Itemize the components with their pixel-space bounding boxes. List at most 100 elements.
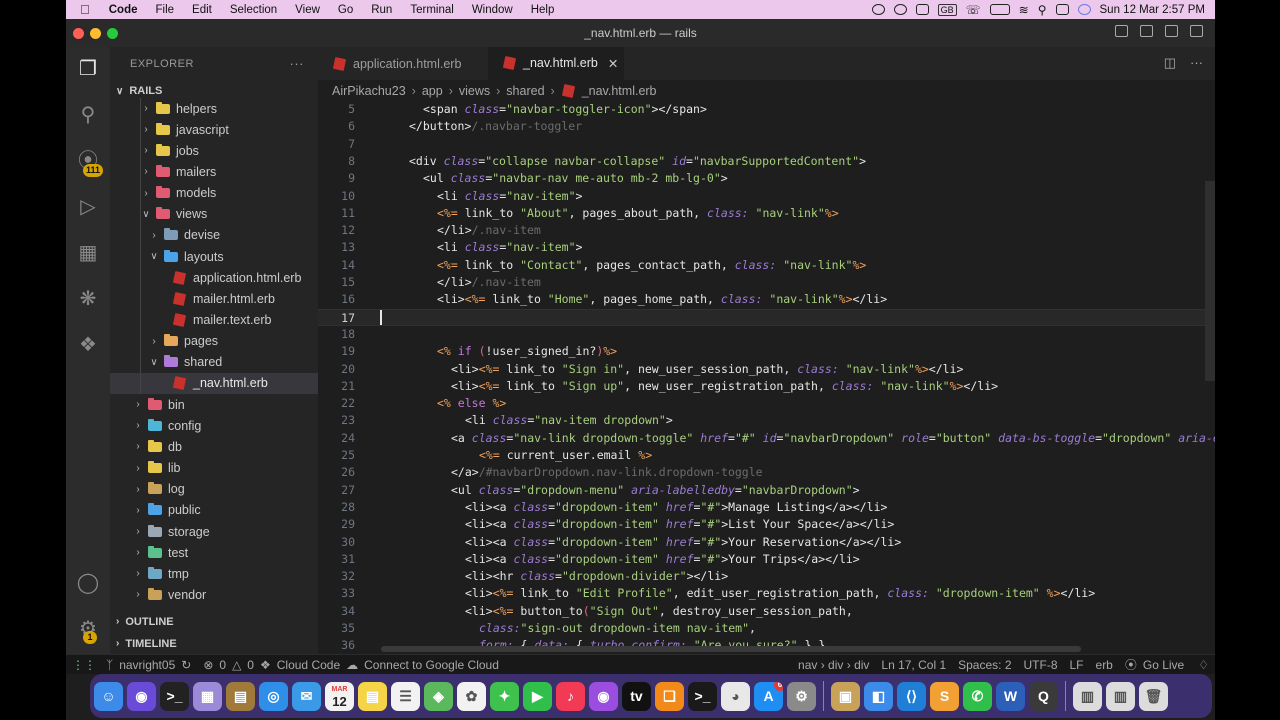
menubar-clock[interactable]: Sun 12 Mar 2:57 PM bbox=[1100, 4, 1205, 16]
reminders-icon[interactable]: ☰ bbox=[391, 681, 420, 711]
search-icon[interactable]: ⚲ bbox=[74, 101, 102, 129]
folder-item[interactable]: › javascript bbox=[110, 119, 318, 140]
menu-run[interactable]: Run bbox=[362, 4, 401, 16]
accounts-icon[interactable]: ◯ bbox=[74, 569, 102, 597]
tv-icon[interactable]: tv bbox=[622, 681, 651, 711]
siri-icon[interactable] bbox=[1077, 4, 1091, 15]
folder-item[interactable]: › pages bbox=[110, 331, 318, 352]
menu-file[interactable]: File bbox=[147, 4, 184, 16]
quicktime-icon[interactable]: Q bbox=[1029, 681, 1058, 711]
file-item[interactable]: application.html.erb bbox=[110, 267, 318, 288]
control-center-icon[interactable] bbox=[1055, 4, 1069, 15]
launchpad-icon[interactable]: ▦ bbox=[193, 681, 222, 711]
end-of-line[interactable]: LF bbox=[1064, 658, 1090, 672]
more-actions-icon[interactable]: ··· bbox=[1190, 55, 1203, 71]
chrome-icon[interactable]: ◕ bbox=[721, 681, 750, 711]
extensions-icon[interactable]: ▦ bbox=[74, 239, 102, 267]
folder-item[interactable]: › test bbox=[110, 542, 318, 563]
menu-view[interactable]: View bbox=[286, 4, 329, 16]
folder-item[interactable]: › config bbox=[110, 415, 318, 436]
split-editor-icon[interactable]: ◫ bbox=[1164, 55, 1176, 71]
word-icon[interactable]: W bbox=[996, 681, 1025, 711]
indentation[interactable]: Spaces: 2 bbox=[952, 658, 1017, 672]
maps-icon[interactable]: ◈ bbox=[424, 681, 453, 711]
record-icon[interactable] bbox=[871, 4, 885, 15]
cloud-code-icon[interactable]: ❖ bbox=[74, 331, 102, 359]
books-icon[interactable]: ❑ bbox=[655, 681, 684, 711]
terminal-app-icon[interactable]: >_ bbox=[160, 681, 189, 711]
folder-item[interactable]: › vendor bbox=[110, 584, 318, 605]
safari-icon[interactable]: ◎ bbox=[259, 681, 288, 711]
customize-layout-icon[interactable] bbox=[1190, 25, 1203, 37]
tab-application-html-erb[interactable]: application.html.erb bbox=[318, 47, 488, 80]
folder-item[interactable]: › public bbox=[110, 500, 318, 521]
encoding[interactable]: UTF-8 bbox=[1018, 658, 1064, 672]
folder-item[interactable]: › helpers bbox=[110, 98, 318, 119]
folder-item[interactable]: ∨ shared bbox=[110, 352, 318, 373]
notes-app-brown-icon[interactable]: ▤ bbox=[226, 681, 255, 711]
terminal-2-icon[interactable]: >_ bbox=[688, 681, 717, 711]
folder-item[interactable]: ∨ layouts bbox=[110, 246, 318, 267]
folder-item[interactable]: › bin bbox=[110, 394, 318, 415]
explorer-icon[interactable]: ❐ bbox=[74, 55, 102, 83]
folder-item[interactable]: › storage bbox=[110, 521, 318, 542]
music-icon[interactable]: ♪ bbox=[556, 681, 585, 711]
git-branch[interactable]: navright05 bbox=[119, 658, 175, 672]
toggle-secondary-sidebar-icon[interactable] bbox=[1165, 25, 1178, 37]
creative-cloud-icon[interactable] bbox=[893, 4, 907, 15]
spotlight-search-icon[interactable]: ⚲ bbox=[1038, 3, 1047, 17]
apple-menu-icon[interactable]:  bbox=[66, 2, 100, 17]
breadcrumb-item[interactable]: views bbox=[459, 84, 490, 98]
menu-edit[interactable]: Edit bbox=[183, 4, 221, 16]
horizontal-scrollbar[interactable] bbox=[381, 646, 1081, 652]
breadcrumb-item[interactable]: shared bbox=[506, 84, 544, 98]
sync-icon[interactable]: ↻ bbox=[175, 658, 197, 672]
file-item[interactable]: _nav.html.erb bbox=[110, 372, 318, 394]
toggle-panel-icon[interactable] bbox=[1140, 25, 1153, 37]
menu-app-name[interactable]: Code bbox=[100, 4, 147, 16]
notes-icon[interactable]: ▤ bbox=[358, 681, 387, 711]
folder-item[interactable]: › devise bbox=[110, 225, 318, 246]
breadcrumb-item[interactable]: AirPikachu23 bbox=[332, 84, 406, 98]
cloud-code-status[interactable]: Cloud Code bbox=[277, 658, 340, 672]
battery-icon[interactable] bbox=[989, 4, 1010, 15]
go-live-button[interactable]: Go Live bbox=[1143, 658, 1184, 672]
vscode-icon[interactable]: ⟨⟩ bbox=[897, 681, 926, 711]
folder-item[interactable]: › tmp bbox=[110, 563, 318, 584]
menu-terminal[interactable]: Terminal bbox=[401, 4, 462, 16]
whatsapp-icon[interactable]: ✆ bbox=[963, 681, 992, 711]
close-tab-icon[interactable]: ✕ bbox=[608, 56, 618, 71]
menu-help[interactable]: Help bbox=[522, 4, 564, 16]
sublime-icon[interactable]: S bbox=[930, 681, 959, 711]
zoom-window-button[interactable] bbox=[107, 28, 118, 39]
headphones-icon[interactable]: ☏ bbox=[966, 3, 981, 17]
finder-icon[interactable]: ☺ bbox=[94, 681, 123, 711]
calendar-icon[interactable]: MAR 12 bbox=[325, 681, 354, 711]
menu-go[interactable]: Go bbox=[329, 4, 362, 16]
minimize-window-button[interactable] bbox=[90, 28, 101, 39]
facetime-icon[interactable]: ▶ bbox=[523, 681, 552, 711]
downloads-icon[interactable]: ▥ bbox=[1073, 681, 1102, 711]
folder-item[interactable]: › mailers bbox=[110, 161, 318, 182]
folder-item[interactable]: › jobs bbox=[110, 140, 318, 161]
photos-icon[interactable]: ✿ bbox=[457, 681, 486, 711]
vertical-scrollbar[interactable] bbox=[1205, 181, 1215, 381]
wifi-icon[interactable]: ≋ bbox=[1019, 3, 1029, 17]
breadcrumb-item[interactable]: _nav.html.erb bbox=[582, 84, 657, 98]
clipboard-icon[interactable] bbox=[915, 4, 929, 15]
file-item[interactable]: mailer.html.erb bbox=[110, 288, 318, 309]
mail-icon[interactable]: ✉ bbox=[292, 681, 321, 711]
messages-icon[interactable]: ✦ bbox=[490, 681, 519, 711]
tab-nav-html-erb[interactable]: _nav.html.erb ✕ bbox=[488, 47, 624, 80]
run-debug-icon[interactable]: ▷ bbox=[74, 193, 102, 221]
more-actions-icon[interactable]: ··· bbox=[290, 56, 319, 71]
archive-utility-icon[interactable]: ▣ bbox=[831, 681, 860, 711]
finder-2-icon[interactable]: ◧ bbox=[864, 681, 893, 711]
breadcrumb-item[interactable]: app bbox=[422, 84, 443, 98]
folder-item[interactable]: › log bbox=[110, 479, 318, 500]
file-item[interactable]: mailer.text.erb bbox=[110, 310, 318, 331]
error-count[interactable]: 0 bbox=[219, 658, 226, 672]
siri-icon[interactable]: ◉ bbox=[127, 681, 156, 711]
warning-count[interactable]: 0 bbox=[247, 658, 254, 672]
cursor-position[interactable]: Ln 17, Col 1 bbox=[875, 658, 952, 672]
